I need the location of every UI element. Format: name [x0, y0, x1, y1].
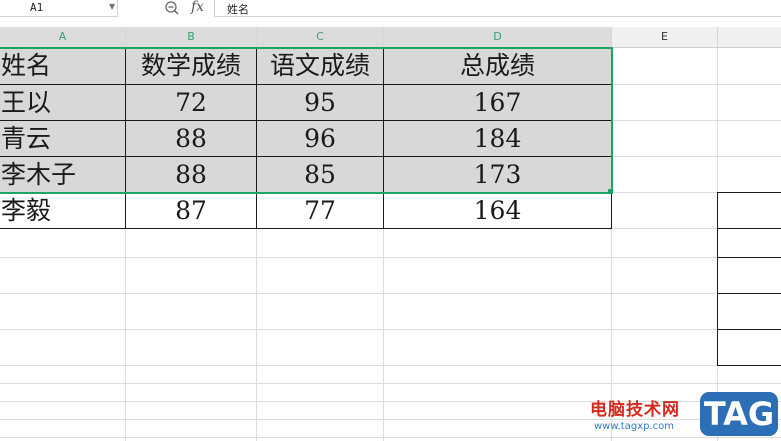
cell-d5[interactable]: 164	[384, 193, 611, 229]
watermark-url: www.tagxp.com	[594, 421, 674, 432]
fx-icon[interactable]: fx	[191, 0, 204, 15]
formula-value: 姓名	[227, 3, 249, 16]
cell-b5[interactable]: 87	[126, 193, 256, 229]
formula-bar: A1 ▼ fx 姓名	[0, 0, 781, 18]
tag-logo: TAG	[700, 392, 778, 436]
selection-border	[0, 47, 613, 194]
formula-input[interactable]: 姓名	[214, 0, 781, 17]
column-header-c[interactable]: C	[257, 27, 384, 47]
cell-a5[interactable]: 李毅	[0, 193, 125, 229]
watermark-site-name: 电脑技术网	[590, 400, 680, 420]
column-header-b[interactable]: B	[126, 27, 257, 47]
column-header-d[interactable]: D	[384, 27, 612, 47]
column-header-e[interactable]: E	[612, 27, 718, 47]
name-box-value: A1	[30, 1, 44, 14]
column-header-f[interactable]	[718, 27, 781, 47]
fill-handle[interactable]	[608, 189, 613, 194]
chevron-down-icon[interactable]: ▼	[109, 2, 115, 11]
cell-c5[interactable]: 77	[257, 193, 383, 229]
zoom-icon[interactable]	[164, 0, 180, 16]
column-header-a[interactable]: A	[0, 27, 126, 47]
column-header-bar: A B C D E	[0, 27, 781, 48]
name-box[interactable]: A1 ▼	[0, 0, 118, 17]
